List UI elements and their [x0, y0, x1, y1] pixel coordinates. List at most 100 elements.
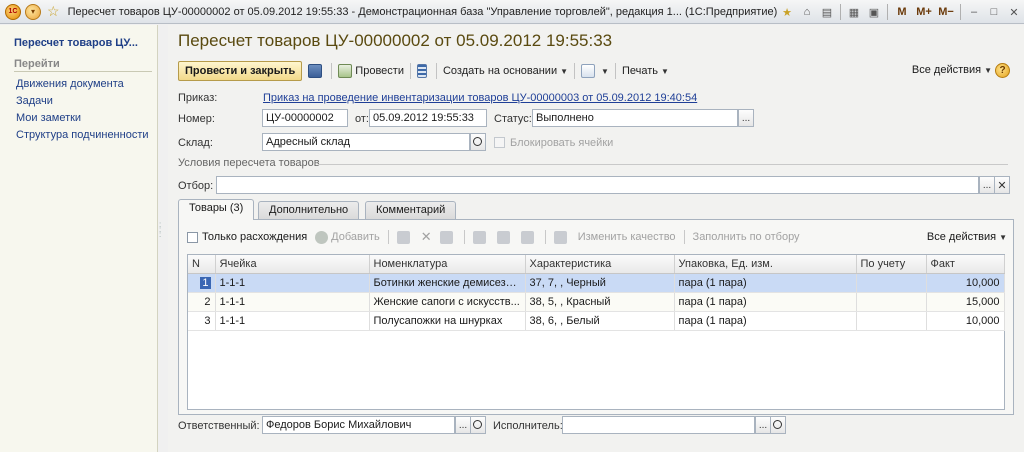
favorite-star-icon[interactable]: ☆ — [47, 3, 60, 20]
minimize-icon[interactable]: – — [964, 3, 984, 21]
date-field[interactable]: 05.09.2012 19:55:33 — [369, 109, 487, 127]
maximize-icon[interactable]: □ — [984, 3, 1004, 21]
column-header-fact[interactable]: Факт — [926, 255, 1005, 274]
row-fact[interactable]: 10,000 — [926, 311, 1005, 331]
app-logo-icon[interactable]: 1С — [5, 3, 21, 20]
warehouse-field[interactable]: Адресный склад — [262, 133, 470, 151]
row-characteristic[interactable]: 38, 6, , Белый — [525, 311, 675, 331]
filter-field[interactable] — [216, 176, 979, 194]
divider — [683, 230, 685, 244]
print-icon[interactable]: ▤ — [817, 3, 837, 21]
nav-item-subordination[interactable]: Структура подчиненности — [16, 129, 149, 141]
split-button[interactable] — [553, 230, 570, 244]
row-fact[interactable]: 15,000 — [926, 292, 1005, 312]
add-row-button[interactable]: Добавить — [315, 230, 380, 244]
goods-table[interactable]: N Ячейка Номенклатура Характеристика Упа… — [187, 254, 1005, 410]
filter-clear-icon[interactable]: ✕ — [994, 176, 1010, 194]
row-package[interactable]: пара (1 пара) — [674, 311, 857, 331]
executor-field[interactable] — [562, 416, 755, 434]
favorites-add-icon[interactable]: ★ — [777, 3, 797, 21]
only-differences-toggle[interactable]: Только расхождения — [187, 231, 307, 243]
nav-item-tasks[interactable]: Задачи — [16, 95, 53, 107]
row-cell[interactable]: 1-1-1 — [215, 311, 370, 331]
edit-row-button[interactable] — [439, 230, 456, 244]
pick-button[interactable] — [496, 230, 513, 244]
warehouse-search-icon[interactable] — [470, 133, 486, 151]
status-field[interactable]: Выполнено — [532, 109, 738, 127]
row-package[interactable]: пара (1 пара) — [674, 292, 857, 312]
row-accounting[interactable] — [856, 273, 927, 293]
help-icon[interactable]: ? — [995, 63, 1010, 78]
row-item[interactable]: Ботинки женские демисезо... — [369, 273, 526, 293]
calculator-icon[interactable]: ▦ — [844, 3, 864, 21]
only-differences-checkbox[interactable] — [187, 231, 198, 243]
close-icon[interactable]: ✕ — [1004, 3, 1024, 21]
responsible-field[interactable]: Федоров Борис Михайлович — [262, 416, 455, 434]
goods-all-actions-button[interactable]: Все действия ▼ — [927, 231, 1007, 243]
table-row[interactable]: 1 1-1-1 Ботинки женские демисезо... 37, … — [188, 273, 1005, 293]
divider — [544, 230, 546, 244]
conditions-section-title: Условия пересчета товаров — [178, 157, 320, 169]
create-based-on-button[interactable]: Создать на основании ▼ — [443, 65, 568, 77]
number-field[interactable]: ЦУ-00000002 — [262, 109, 348, 127]
status-select-button[interactable]: ... — [738, 109, 754, 127]
column-header-n[interactable]: N — [188, 255, 216, 274]
menu-dropdown-icon[interactable]: ▾ — [25, 3, 41, 20]
row-cell[interactable]: 1-1-1 — [215, 273, 370, 293]
calendar-icon[interactable]: ▣ — [864, 3, 884, 21]
print-button-label: Печать — [621, 65, 658, 77]
movements-report-button[interactable] — [416, 64, 430, 78]
column-header-accounting[interactable]: По учету — [856, 255, 927, 274]
responsible-search-icon[interactable] — [470, 416, 486, 434]
save-button[interactable] — [308, 64, 325, 78]
row-package[interactable]: пара (1 пара) — [674, 273, 857, 293]
executor-search-icon[interactable] — [770, 416, 786, 434]
table-row[interactable]: 3 1-1-1 Полусапожки на шнурках 38, 6, , … — [188, 311, 1005, 331]
order-link[interactable]: Приказ на проведение инвентаризации това… — [263, 92, 697, 104]
row-accounting[interactable] — [856, 311, 927, 331]
row-item[interactable]: Полусапожки на шнурках — [369, 311, 526, 331]
panel-resize-grip[interactable]: ::: — [159, 221, 161, 239]
goods-table-grid: N Ячейка Номенклатура Характеристика Упа… — [188, 255, 1005, 331]
fill-by-filter-button[interactable]: Заполнить по отбору — [693, 231, 800, 243]
row-cell[interactable]: 1-1-1 — [215, 292, 370, 312]
row-accounting[interactable] — [856, 292, 927, 312]
column-header-characteristic[interactable]: Характеристика — [525, 255, 675, 274]
memory-subtract-button[interactable]: M− — [935, 3, 957, 21]
order-label: Приказ: — [178, 92, 218, 104]
row-characteristic[interactable]: 37, 7, , Черный — [525, 273, 675, 293]
home-icon[interactable]: ⌂ — [797, 3, 817, 21]
stamp-button[interactable] — [520, 230, 537, 244]
barcode-button[interactable] — [472, 230, 489, 244]
nav-item-document-movements[interactable]: Движения документа — [16, 78, 124, 90]
chevron-down-icon: ▼ — [984, 66, 992, 75]
barcode-icon — [472, 230, 486, 244]
filter-select-button[interactable]: ... — [979, 176, 995, 194]
memory-add-button[interactable]: M+ — [913, 3, 935, 21]
column-header-item[interactable]: Номенклатура — [369, 255, 526, 274]
row-fact[interactable]: 10,000 — [926, 273, 1005, 293]
table-row[interactable]: 2 1-1-1 Женские сапоги с искусств... 38,… — [188, 292, 1005, 312]
block-cells-checkbox[interactable] — [494, 137, 505, 148]
all-actions-button[interactable]: Все действия ▼ — [912, 64, 992, 76]
nav-item-my-notes[interactable]: Мои заметки — [16, 112, 81, 124]
tab-comment[interactable]: Комментарий — [365, 201, 457, 219]
post-and-close-button[interactable]: Провести и закрыть — [178, 61, 303, 81]
tab-goods[interactable]: Товары (3) — [178, 199, 255, 220]
row-characteristic[interactable]: 38, 5, , Красный — [525, 292, 675, 312]
executor-select-button[interactable]: ... — [755, 416, 771, 434]
memory-button[interactable]: M — [891, 3, 913, 21]
row-item[interactable]: Женские сапоги с искусств... — [369, 292, 526, 312]
column-header-package[interactable]: Упаковка, Ед. изм. — [674, 255, 857, 274]
goods-toolbar: Только расхождения Добавить ✕ Изменить к… — [187, 228, 1007, 246]
tab-additional[interactable]: Дополнительно — [258, 201, 360, 219]
attachments-button[interactable]: ▼ — [581, 64, 609, 78]
column-header-cell[interactable]: Ячейка — [215, 255, 370, 274]
responsible-select-button[interactable]: ... — [455, 416, 471, 434]
print-button[interactable]: Печать ▼ — [622, 65, 669, 77]
copy-row-button[interactable] — [396, 230, 413, 244]
nav-title[interactable]: Пересчет товаров ЦУ... — [14, 37, 138, 49]
post-button[interactable]: Провести — [338, 64, 404, 78]
change-quality-button[interactable]: Изменить качество — [578, 231, 676, 243]
delete-row-button[interactable]: ✕ — [421, 229, 432, 245]
